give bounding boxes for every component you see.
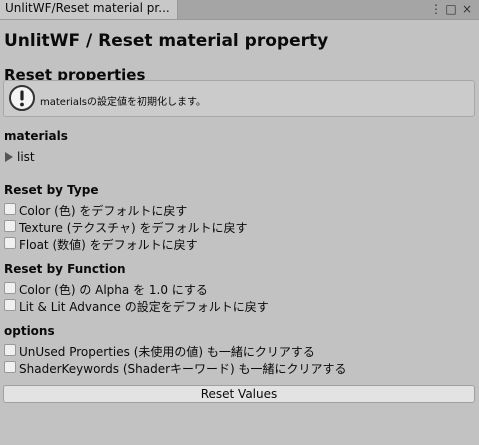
checkbox-label: Lit & Lit Advance の設定をデフォルトに戻す [19, 300, 269, 314]
page-title: UnlitWF / Reset material property [4, 31, 329, 51]
checkbox-label: Color (色) の Alpha を 1.0 にする [19, 283, 208, 297]
help-text: materialsの設定値を初期化します。 [40, 97, 206, 108]
section-label-reset-by-type: Reset by Type [4, 183, 99, 197]
help-box: materialsの設定値を初期化します。 [3, 80, 475, 117]
kebab-menu-icon[interactable]: ⋮ [429, 0, 443, 18]
tab-bar: UnlitWF/Reset material pr... ⋮ □ × [0, 0, 479, 20]
reset-values-button[interactable]: Reset Values [3, 385, 475, 403]
close-icon[interactable]: × [460, 0, 474, 18]
checkbox-label: Color (色) をデフォルトに戻す [19, 204, 188, 218]
checkbox-label: ShaderKeywords (Shaderキーワード) も一緒にクリアする [19, 362, 347, 376]
checkbox[interactable] [4, 220, 16, 232]
checkbox[interactable] [4, 203, 16, 215]
checkbox[interactable] [4, 299, 16, 311]
checkbox[interactable] [4, 361, 16, 373]
checkbox[interactable] [4, 237, 16, 249]
tab-unlitwf-reset[interactable]: UnlitWF/Reset material pr... [0, 0, 178, 19]
checkbox-label: Texture (テクスチャ) をデフォルトに戻す [19, 221, 248, 235]
foldout-arrow-icon[interactable] [5, 152, 13, 162]
section-label-reset-by-function: Reset by Function [4, 262, 126, 276]
checkbox-label: Float (数値) をデフォルトに戻す [19, 238, 198, 252]
maximize-icon[interactable]: □ [444, 0, 458, 18]
info-exclamation-icon [9, 85, 35, 111]
checkbox-label: UnUsed Properties (未使用の値) も一緒にクリアする [19, 345, 315, 359]
section-label-options: options [4, 324, 55, 338]
list-label: list [17, 150, 35, 164]
checkbox[interactable] [4, 344, 16, 356]
tab-title: UnlitWF/Reset material pr... [5, 1, 170, 15]
section-label-materials: materials [4, 129, 68, 143]
checkbox[interactable] [4, 282, 16, 294]
